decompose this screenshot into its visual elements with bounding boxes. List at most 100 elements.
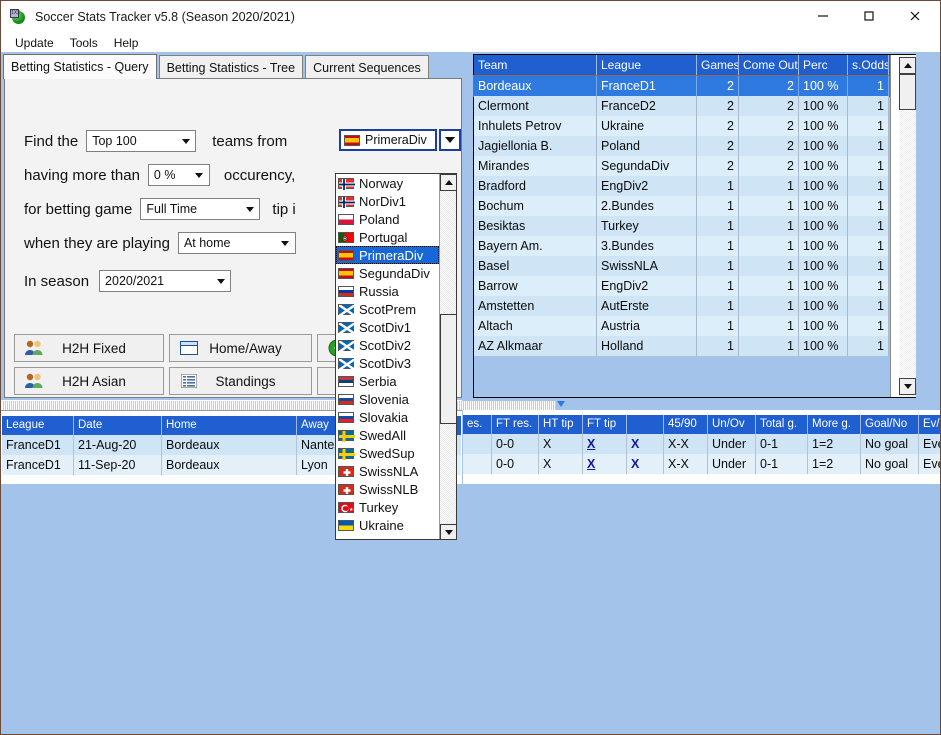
chevron-down-icon[interactable] xyxy=(177,132,194,150)
dropdown-item-portugal[interactable]: Portugal xyxy=(336,228,439,246)
h2h-asian-button[interactable]: H2H Asian xyxy=(14,367,164,395)
col-more-g[interactable]: More g. xyxy=(808,415,861,434)
dropdown-item-norway[interactable]: Norway xyxy=(336,174,439,192)
standings-button[interactable]: Standings xyxy=(169,367,312,395)
dropdown-scroll-thumb[interactable] xyxy=(440,314,456,424)
table-row[interactable]: Basel SwissNLA 1 1 100 % 1 xyxy=(474,256,889,276)
dropdown-item-scotdiv1[interactable]: ScotDiv1 xyxy=(336,318,439,336)
table-row[interactable]: 0-0XXXX-XUnder0-11=2No goalEven xyxy=(463,434,940,454)
dropdown-scroll-down-button[interactable] xyxy=(440,524,456,539)
scroll-thumb[interactable] xyxy=(899,74,916,110)
chevron-down-icon[interactable] xyxy=(191,166,208,184)
hscroll-track[interactable] xyxy=(2,401,556,410)
col-games[interactable]: Games xyxy=(697,55,739,76)
col-ht-tip[interactable]: HT tip xyxy=(539,415,583,434)
season-combo[interactable]: 2020/2021 xyxy=(99,270,232,292)
dropdown-item-ukraine[interactable]: Ukraine xyxy=(336,516,439,534)
chevron-down-icon[interactable] xyxy=(212,272,229,290)
tab-current-sequences[interactable]: Current Sequences xyxy=(305,55,429,79)
betting-game-combo[interactable]: Full Time xyxy=(140,198,261,220)
teams-grid[interactable]: Team League Games Come Out Perc s.Odds B… xyxy=(473,54,916,398)
venue-combo[interactable]: At home xyxy=(177,232,296,254)
dropdown-item-scotdiv3[interactable]: ScotDiv3 xyxy=(336,354,439,372)
dropdown-item-segundadiv[interactable]: SegundaDiv xyxy=(336,264,439,282)
dropdown-scroll-up-button[interactable] xyxy=(440,174,456,191)
table-row[interactable]: Jagiellonia B. Poland 2 2 100 % 1 xyxy=(474,136,889,156)
dropdown-item-swissnla[interactable]: SwissNLA xyxy=(336,462,439,480)
dropdown-item-nordiv1[interactable]: NorDiv1 xyxy=(336,192,439,210)
table-row[interactable]: Bordeaux FranceD1 2 2 100 % 1 xyxy=(473,75,890,97)
league-combo-dropdown-button[interactable] xyxy=(439,129,461,151)
col-45-90[interactable]: 45/90 xyxy=(664,415,708,434)
menu-help[interactable]: Help xyxy=(106,35,147,51)
table-cell: 100 % xyxy=(799,116,848,136)
table-row[interactable]: Inhulets Petrov Ukraine 2 2 100 % 1 xyxy=(474,116,889,136)
chevron-down-icon[interactable] xyxy=(241,200,258,218)
label-teams-from: teams from xyxy=(212,132,288,150)
table-row[interactable]: Bradford EngDiv2 1 1 100 % 1 xyxy=(474,176,889,196)
table-row[interactable]: AZ Alkmaar Holland 1 1 100 % 1 xyxy=(474,336,889,356)
col-goal-no[interactable]: Goal/No xyxy=(861,415,919,434)
col-blank[interactable] xyxy=(627,415,664,434)
dropdown-item-poland[interactable]: Poland xyxy=(336,210,439,228)
table-row[interactable]: Altach Austria 1 1 100 % 1 xyxy=(474,316,889,336)
col-ev-od[interactable]: Ev/Od xyxy=(919,415,940,434)
col-ft-tip[interactable]: FT tip xyxy=(583,415,627,434)
col-total-g[interactable]: Total g. xyxy=(756,415,808,434)
menu-update[interactable]: Update xyxy=(7,35,62,51)
table-row[interactable]: Bayern Am. 3.Bundes 1 1 100 % 1 xyxy=(474,236,889,256)
tab-betting-statistics-query[interactable]: Betting Statistics - Query xyxy=(3,54,157,79)
dropdown-item-swedall[interactable]: SwedAll xyxy=(336,426,439,444)
maximize-button[interactable] xyxy=(846,1,892,31)
col-home[interactable]: Home xyxy=(162,416,297,435)
dropdown-item-scotprem[interactable]: ScotPrem xyxy=(336,300,439,318)
league-dropdown-list[interactable]: Norway NorDiv1 Poland Portugal PrimeraDiv Seg… xyxy=(335,173,457,540)
dropdown-item-slovenia[interactable]: Slovenia xyxy=(336,390,439,408)
col-come-out[interactable]: Come Out xyxy=(739,55,799,76)
dropdown-item-scotdiv2[interactable]: ScotDiv2 xyxy=(336,336,439,354)
league-combo[interactable]: PrimeraDiv xyxy=(339,129,437,151)
dropdown-item-serbia[interactable]: Serbia xyxy=(336,372,439,390)
col-league[interactable]: League xyxy=(597,55,697,76)
table-row[interactable]: Clermont FranceD2 2 2 100 % 1 xyxy=(474,96,889,116)
teams-grid-scrollbar[interactable] xyxy=(890,55,916,397)
table-row[interactable]: Mirandes SegundaDiv 2 2 100 % 1 xyxy=(474,156,889,176)
close-button[interactable] xyxy=(892,1,938,31)
past-games-grid-right[interactable]: es. FT res. HT tip FT tip 45/90 Un/Ov To… xyxy=(463,410,940,484)
table-row[interactable]: Bochum 2.Bundes 1 1 100 % 1 xyxy=(474,196,889,216)
league-dropdown-scrollbar[interactable] xyxy=(439,174,456,539)
col-perc[interactable]: Perc xyxy=(799,55,848,76)
col-ft-res[interactable]: FT res. xyxy=(492,415,539,434)
top-count-combo[interactable]: Top 100 xyxy=(86,130,197,152)
col-s-odds[interactable]: s.Odds xyxy=(848,55,889,76)
col-res[interactable]: es. xyxy=(463,415,492,434)
table-row[interactable]: 0-0XXXX-XUnder0-11=2No goalEven xyxy=(463,454,940,474)
home-away-button[interactable]: Home/Away xyxy=(169,334,312,362)
dropdown-item-slovakia[interactable]: Slovakia xyxy=(336,408,439,426)
col-un-ov[interactable]: Un/Ov xyxy=(708,415,756,434)
h2h-fixed-button[interactable]: H2H Fixed xyxy=(14,334,164,362)
chevron-down-icon[interactable] xyxy=(277,234,294,252)
dropdown-item-turkey[interactable]: ★ Turkey xyxy=(336,498,439,516)
col-league[interactable]: League xyxy=(2,416,74,435)
flag-spain-icon xyxy=(338,267,354,279)
table-row[interactable]: Barrow EngDiv2 1 1 100 % 1 xyxy=(474,276,889,296)
table-cell: 1 xyxy=(739,296,799,316)
dropdown-item-russia[interactable]: Russia xyxy=(336,282,439,300)
dropdown-item-primeradiv[interactable]: PrimeraDiv xyxy=(336,246,439,264)
label-when-playing: when they are playing xyxy=(24,234,170,252)
dropdown-item-swedsup[interactable]: SwedSup xyxy=(336,444,439,462)
scroll-down-button[interactable] xyxy=(899,378,916,395)
table-row[interactable]: Besiktas Turkey 1 1 100 % 1 xyxy=(474,216,889,236)
col-team[interactable]: Team xyxy=(474,55,597,76)
flag-scotland-icon xyxy=(338,303,355,316)
scroll-up-button[interactable] xyxy=(899,57,916,74)
menu-tools[interactable]: Tools xyxy=(62,35,106,51)
table-cell: FranceD2 xyxy=(597,96,697,116)
col-date[interactable]: Date xyxy=(74,416,162,435)
tab-betting-statistics-tree[interactable]: Betting Statistics - Tree xyxy=(158,55,304,79)
occurrence-combo[interactable]: 0 % xyxy=(147,164,210,186)
minimize-button[interactable] xyxy=(800,1,846,31)
dropdown-item-swissnlb[interactable]: SwissNLB xyxy=(336,480,439,498)
table-row[interactable]: Amstetten AutErste 1 1 100 % 1 xyxy=(474,296,889,316)
